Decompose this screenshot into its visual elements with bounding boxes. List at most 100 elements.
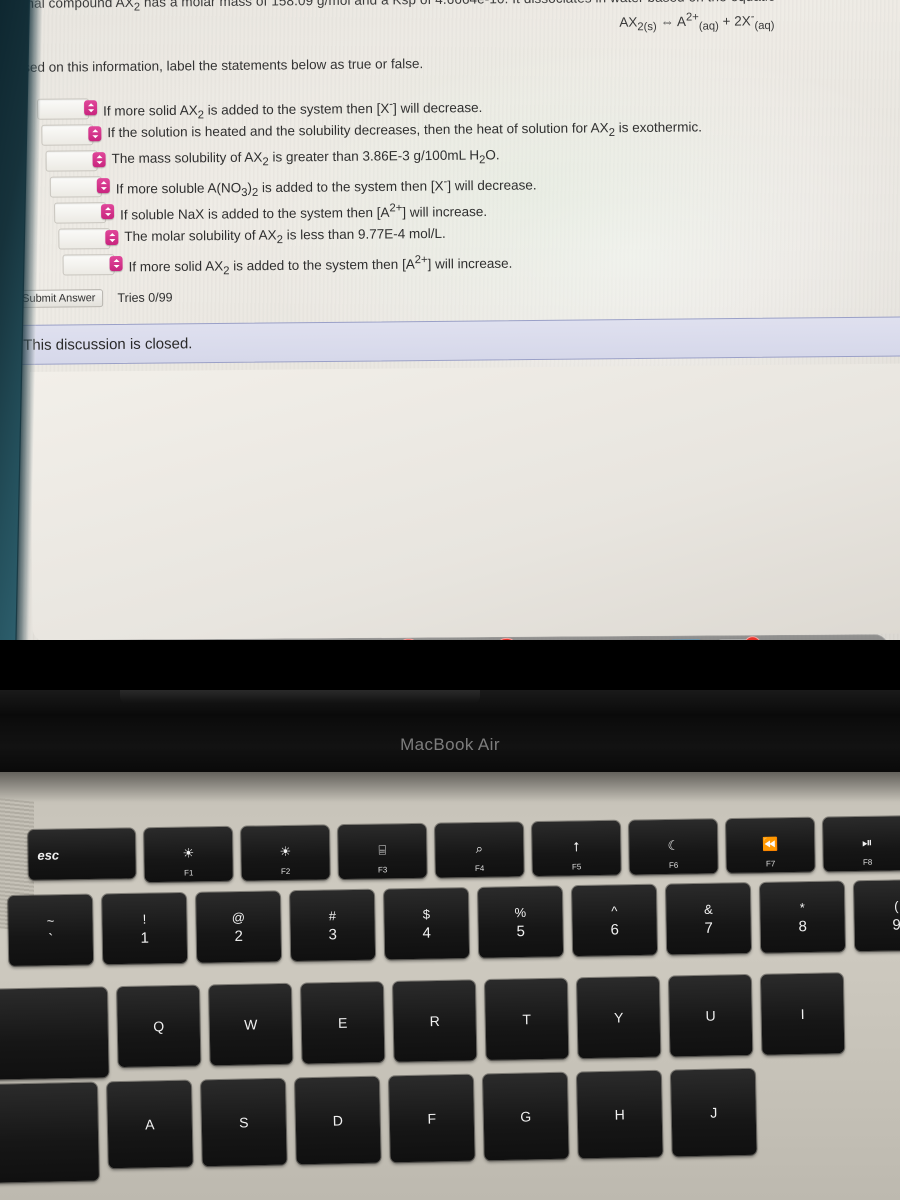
key-e[interactable]: E — [300, 981, 385, 1064]
key-w[interactable]: W — [208, 983, 293, 1066]
instruction-text: Based on this information, label the sta… — [6, 56, 424, 76]
key-label: ` — [48, 930, 54, 948]
truefalse-select[interactable] — [62, 254, 115, 276]
statement-text: If soluble NaX is added to the system th… — [120, 202, 488, 223]
key-f8[interactable]: ⏯ F8 — [822, 816, 900, 872]
key-j[interactable]: J — [670, 1068, 757, 1157]
key-label: 5 — [516, 922, 526, 940]
dock-item-system-preferences[interactable]: 2 — [712, 635, 762, 640]
key-d[interactable]: D — [294, 1076, 381, 1165]
keyboard: esc ☀ F1 ☀ F2 ⌸ F3 ⌕ F4 ⭡ F5 ☾ F6 ⏪ F7 ⏯… — [0, 816, 900, 1200]
truefalse-select[interactable] — [37, 98, 90, 120]
key-shift-label: & — [703, 901, 713, 917]
key-label: F5 — [571, 862, 582, 872]
submit-row: Submit Answer Tries 0/99 — [14, 288, 173, 308]
key-6[interactable]: ^ 6 — [571, 884, 658, 957]
key-7[interactable]: & 7 — [665, 883, 752, 955]
key-shift-label: % — [514, 904, 527, 920]
discussion-closed-text: This discussion is closed. — [23, 334, 193, 354]
key-label: F1 — [183, 868, 194, 878]
key-label: F8 — [862, 857, 873, 867]
key-2[interactable]: @ 2 — [195, 891, 282, 963]
truefalse-select[interactable] — [58, 228, 111, 250]
chevron-updown-icon[interactable] — [88, 126, 102, 142]
key-tab[interactable]: tab — [0, 987, 109, 1080]
key-shift-label: ^ — [611, 902, 618, 918]
chevron-updown-icon[interactable] — [84, 100, 98, 116]
key-t[interactable]: T — [484, 978, 569, 1061]
truefalse-select[interactable] — [45, 150, 98, 172]
key-s[interactable]: S — [200, 1078, 287, 1167]
truefalse-select[interactable] — [49, 176, 102, 198]
chevron-updown-icon[interactable] — [96, 178, 110, 194]
key-i[interactable]: I — [760, 973, 845, 1055]
dock-item-appletv[interactable]:  tv — [614, 639, 660, 640]
key-label: S — [238, 1114, 249, 1131]
rewind-icon: ⏪ — [762, 836, 779, 852]
key-shift-label: ! — [142, 911, 147, 927]
mail-badge: 18 — [496, 637, 517, 640]
key-f3[interactable]: ⌸ F3 — [337, 823, 427, 880]
mission-control-icon: ⌸ — [378, 842, 387, 858]
key-4[interactable]: $ 4 — [383, 887, 470, 960]
keyboard-row-numbers: ~ ` ! 1 @ 2 # 3 $ 4 % 5 ^ 6 & 7 * 8 (9 — [8, 879, 900, 966]
statement-text: The molar solubility of AX2 is less than… — [124, 225, 446, 247]
key-label: F6 — [668, 860, 679, 870]
key-caps-lock[interactable]: caps lock — [0, 1082, 100, 1184]
key-f5[interactable]: ⭡ F5 — [531, 820, 621, 877]
appletv-icon:  tv — [614, 639, 660, 640]
discussion-closed-banner: This discussion is closed. — [12, 316, 900, 365]
key-shift-label: ~ — [46, 912, 55, 928]
key-8[interactable]: * 8 — [759, 881, 846, 953]
key-label: J — [710, 1104, 718, 1121]
key-f6[interactable]: ☾ F6 — [628, 819, 718, 875]
key-label: esc — [37, 847, 60, 863]
truefalse-select[interactable] — [54, 202, 107, 224]
play-pause-icon: ⏯ — [861, 834, 873, 850]
dock-icon-group: MAY 4 — [75, 635, 774, 640]
key-label: 1 — [140, 929, 150, 947]
key-f[interactable]: F — [388, 1074, 475, 1163]
key-r[interactable]: R — [392, 980, 477, 1062]
dock-item-appstore[interactable]: A — [663, 639, 709, 640]
key-5[interactable]: % 5 — [477, 886, 564, 958]
key-label: H — [614, 1106, 625, 1123]
system-preferences-badge: 2 — [743, 635, 762, 640]
keyboard-row-qwerty: tab Q W E R T Y U I — [0, 973, 845, 1080]
key-label: A — [145, 1116, 155, 1133]
chevron-updown-icon[interactable] — [101, 204, 115, 220]
chevron-updown-icon[interactable] — [105, 230, 119, 246]
key-f1[interactable]: ☀ F1 — [143, 826, 233, 883]
chevron-updown-icon[interactable] — [92, 152, 106, 168]
key-y[interactable]: Y — [576, 976, 661, 1059]
key-label: F7 — [765, 859, 776, 869]
key-label: 4 — [422, 924, 432, 942]
key-label: 2 — [234, 927, 244, 945]
key-backtick[interactable]: ~ ` — [8, 894, 94, 966]
deck-shadow — [0, 772, 900, 802]
key-u[interactable]: U — [668, 974, 753, 1057]
statement-text: If more solid AX2 is added to the system… — [128, 254, 513, 278]
truefalse-select[interactable] — [41, 124, 94, 146]
key-1[interactable]: ! 1 — [101, 892, 188, 965]
chevron-updown-icon[interactable] — [109, 255, 123, 272]
key-shift-label: ( — [893, 897, 899, 914]
statement-list: If more solid AX2 is added to the system… — [15, 90, 897, 280]
key-shift-label: $ — [422, 906, 431, 922]
key-3[interactable]: # 3 — [289, 889, 376, 962]
key-f4[interactable]: ⌕ F4 — [434, 822, 524, 878]
key-f7[interactable]: ⏪ F7 — [725, 817, 815, 874]
do-not-disturb-moon-icon: ☾ — [667, 837, 680, 853]
key-a[interactable]: A — [106, 1080, 193, 1169]
key-q[interactable]: Q — [116, 985, 201, 1068]
key-esc[interactable]: esc — [28, 828, 136, 880]
key-h[interactable]: H — [576, 1070, 663, 1159]
key-label: W — [243, 1016, 258, 1033]
key-label: F — [427, 1110, 437, 1127]
key-g[interactable]: G — [482, 1072, 569, 1161]
key-9[interactable]: ( 9 — [853, 879, 900, 952]
hinge-notch — [120, 690, 480, 704]
microphone-icon: ⭡ — [573, 839, 580, 855]
key-label: 9 — [892, 915, 900, 934]
key-f2[interactable]: ☀ F2 — [240, 825, 330, 881]
